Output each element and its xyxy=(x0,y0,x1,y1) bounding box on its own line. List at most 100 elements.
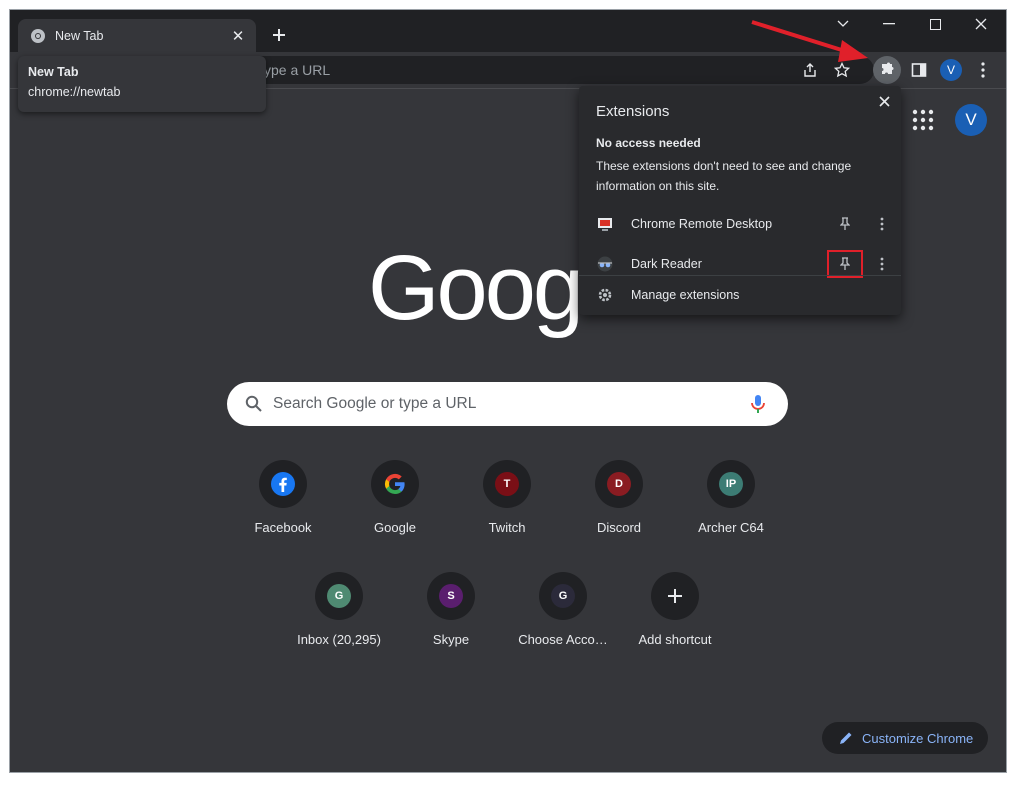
add-shortcut-button[interactable]: Add shortcut xyxy=(619,572,731,672)
browser-window: New Tab ✕ ype a URL V New Tab chrome://n… xyxy=(10,10,1006,772)
letter-icon: D xyxy=(607,472,631,496)
extension-item-chrome-remote-desktop[interactable]: Chrome Remote Desktop xyxy=(579,206,901,242)
maximize-icon xyxy=(929,18,941,30)
shortcut-tile xyxy=(651,572,699,620)
shortcut-tile: IP xyxy=(707,460,755,508)
profile-button[interactable]: V xyxy=(937,56,965,84)
pin-button[interactable] xyxy=(834,213,856,235)
kebab-menu-icon xyxy=(880,257,884,271)
tab-strip: New Tab ✕ xyxy=(10,10,1006,52)
share-icon xyxy=(804,63,816,77)
shortcut-discord[interactable]: D Discord xyxy=(563,460,675,560)
extension-more-button[interactable] xyxy=(873,215,891,233)
popup-title: Extensions xyxy=(596,103,670,120)
tab-title: New Tab xyxy=(55,28,104,43)
shortcut-tile xyxy=(371,460,419,508)
pin-button[interactable] xyxy=(827,250,863,278)
letter-icon: G xyxy=(327,584,351,608)
chrome-icon xyxy=(31,28,45,43)
pencil-icon xyxy=(840,732,852,744)
shortcut-label: Archer C64 xyxy=(698,520,764,535)
shortcut-tile: D xyxy=(595,460,643,508)
section-heading: No access needed xyxy=(596,136,701,150)
shortcut-label: Facebook xyxy=(254,520,312,535)
menu-button[interactable] xyxy=(969,56,997,84)
bookmark-star-button[interactable] xyxy=(828,56,856,84)
search-placeholder: Search Google or type a URL xyxy=(273,395,477,412)
pin-icon xyxy=(840,217,850,230)
gear-icon xyxy=(598,288,612,302)
close-icon xyxy=(975,18,987,30)
shortcut-tile xyxy=(259,460,307,508)
extensions-popup: Extensions No access needed These extens… xyxy=(579,86,901,315)
new-tab-button[interactable] xyxy=(266,22,292,48)
google-icon xyxy=(384,473,405,495)
kebab-menu-icon xyxy=(981,62,985,78)
section-description: These extensions don't need to see and c… xyxy=(596,159,852,193)
hover-card-title: New Tab xyxy=(28,65,79,79)
microphone-icon[interactable] xyxy=(748,394,768,414)
minimize-button[interactable] xyxy=(866,10,912,38)
close-icon xyxy=(878,95,890,107)
pin-icon xyxy=(840,257,850,270)
manage-extensions-item[interactable]: Manage extensions xyxy=(579,276,901,314)
share-button[interactable] xyxy=(796,56,824,84)
side-panel-button[interactable] xyxy=(905,56,933,84)
shortcut-label: Inbox (20,295) xyxy=(297,632,381,647)
extensions-button[interactable] xyxy=(873,56,901,84)
extension-name: Chrome Remote Desktop xyxy=(631,217,773,231)
customize-label: Customize Chrome xyxy=(862,730,974,746)
letter-icon: T xyxy=(495,472,519,496)
extension-more-button[interactable] xyxy=(873,255,891,273)
tab-new-tab[interactable]: New Tab ✕ xyxy=(18,19,256,52)
letter-icon: S xyxy=(439,584,463,608)
extension-name: Dark Reader xyxy=(631,257,702,271)
shortcut-label: Discord xyxy=(596,520,642,535)
hover-card-url: chrome://newtab xyxy=(28,85,121,99)
shortcut-google[interactable]: Google xyxy=(339,460,451,560)
customize-chrome-button[interactable]: Customize Chrome xyxy=(822,722,988,754)
dark-reader-icon xyxy=(597,256,613,272)
maximize-button[interactable] xyxy=(912,10,958,38)
apps-grid-icon[interactable] xyxy=(912,109,934,131)
close-window-button[interactable] xyxy=(958,10,1004,38)
shortcut-label: Add shortcut xyxy=(638,632,712,647)
shortcut-tile: G xyxy=(315,572,363,620)
shortcut-facebook[interactable]: Facebook xyxy=(227,460,339,560)
shortcut-skype[interactable]: S Skype xyxy=(395,572,507,672)
shortcut-tile: T xyxy=(483,460,531,508)
avatar: V xyxy=(940,59,962,81)
shortcut-twitch[interactable]: T Twitch xyxy=(451,460,563,560)
shortcut-inbox[interactable]: G Inbox (20,295) xyxy=(283,572,395,672)
manage-extensions-label: Manage extensions xyxy=(631,288,740,302)
shortcut-label: Google xyxy=(374,520,416,535)
plus-icon xyxy=(668,589,682,603)
remote-desktop-icon xyxy=(598,218,612,231)
shortcut-tile: S xyxy=(427,572,475,620)
side-panel-icon xyxy=(911,63,927,77)
plus-icon xyxy=(273,29,285,41)
search-icon xyxy=(245,395,262,412)
kebab-menu-icon xyxy=(880,217,884,231)
ntp-avatar[interactable]: V xyxy=(955,104,987,136)
shortcut-label: Twitch xyxy=(488,520,526,535)
shortcut-choose-account[interactable]: G Choose Acco… xyxy=(507,572,619,672)
chevron-down-icon xyxy=(837,20,849,27)
letter-icon: IP xyxy=(719,472,743,496)
tab-close-button[interactable]: ✕ xyxy=(228,26,248,46)
facebook-icon xyxy=(271,472,295,496)
google-logo: Goog xyxy=(368,237,584,339)
shortcut-label: Skype xyxy=(432,632,470,647)
search-box[interactable]: Search Google or type a URL xyxy=(227,382,788,426)
minimize-icon xyxy=(883,23,895,25)
puzzle-icon xyxy=(882,62,894,74)
popup-close-button[interactable] xyxy=(875,92,893,110)
omnibox-placeholder: ype a URL xyxy=(264,62,331,78)
tab-hover-card: New Tab chrome://newtab xyxy=(18,56,266,112)
tab-search-button[interactable] xyxy=(820,10,866,38)
star-icon xyxy=(834,62,850,78)
letter-icon: G xyxy=(551,584,575,608)
shortcut-archer-c64[interactable]: IP Archer C64 xyxy=(675,460,787,560)
shortcut-label: Choose Acco… xyxy=(518,632,608,647)
shortcut-tile: G xyxy=(539,572,587,620)
